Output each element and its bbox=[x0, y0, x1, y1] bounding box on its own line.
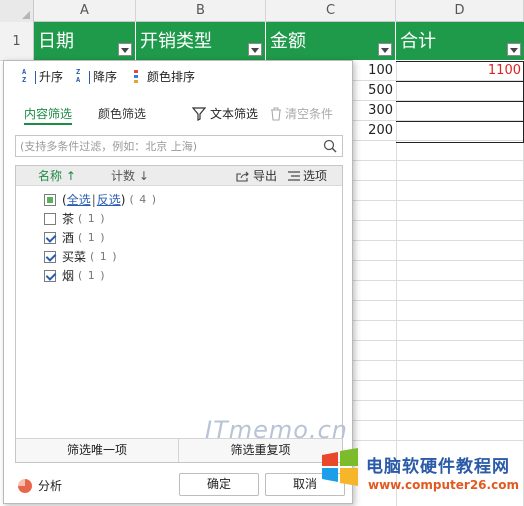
text-filter-label: 文本筛选 bbox=[210, 107, 259, 121]
column-header-a[interactable]: A bbox=[34, 0, 136, 22]
header-cell-expense-type-label: 开销类型 bbox=[140, 31, 212, 52]
filter-dropdown-icon[interactable] bbox=[378, 43, 392, 56]
header-cell-amount[interactable]: 金额 bbox=[266, 22, 396, 61]
pie-chart-icon bbox=[18, 478, 32, 493]
export-button[interactable]: 导出 bbox=[236, 168, 277, 184]
analysis-button[interactable]: 分析 bbox=[18, 477, 62, 494]
filter-tabs: 内容筛选 颜色筛选 文本筛选 清空条件 bbox=[4, 101, 352, 127]
header-cell-expense-type[interactable]: 开销类型 bbox=[136, 22, 266, 61]
item-label: 烟 bbox=[62, 269, 75, 283]
filter-dropdown-icon[interactable] bbox=[118, 43, 132, 56]
select-all-count: ( 4 ) bbox=[129, 193, 158, 206]
header-cell-date[interactable]: 日期 bbox=[34, 22, 136, 61]
item-checkbox[interactable] bbox=[44, 270, 56, 282]
list-item[interactable]: 酒 ( 1 ) bbox=[44, 229, 106, 247]
header-cell-total[interactable]: 合计 bbox=[396, 22, 524, 61]
item-count: ( 1 ) bbox=[78, 231, 106, 244]
item-count: ( 1 ) bbox=[78, 269, 106, 282]
filter-dropdown-icon[interactable] bbox=[248, 43, 262, 56]
item-count: ( 1 ) bbox=[78, 212, 106, 225]
sort-descending-button[interactable]: ZA 降序 bbox=[76, 68, 117, 86]
cell-selection-border bbox=[396, 61, 524, 143]
sort-ascending-label: 升序 bbox=[39, 70, 64, 84]
funnel-icon bbox=[192, 107, 206, 121]
windows-logo-icon bbox=[322, 448, 358, 486]
item-label: 酒 bbox=[62, 231, 75, 245]
amount-cell[interactable]: 100 bbox=[352, 61, 396, 81]
filter-unique-button[interactable]: 筛选唯一项 bbox=[16, 439, 179, 462]
itmemo-watermark: ITmemo.cn bbox=[205, 416, 348, 444]
sort-za-icon: ZA bbox=[76, 68, 90, 86]
item-count: ( 1 ) bbox=[90, 250, 118, 263]
sort-descending-label: 降序 bbox=[93, 70, 118, 84]
analysis-label: 分析 bbox=[38, 479, 63, 493]
column-header-row: A B C D bbox=[0, 0, 524, 22]
sort-ascending-button[interactable]: AZ 升序 bbox=[22, 68, 63, 86]
clear-conditions-label: 清空条件 bbox=[285, 107, 334, 121]
item-label: 买菜 bbox=[62, 250, 87, 264]
tab-color-filter[interactable]: 颜色筛选 bbox=[98, 105, 146, 125]
sort-by-name-button[interactable]: 名称 ↑ bbox=[38, 168, 76, 184]
search-box bbox=[15, 135, 343, 157]
sort-az-icon: AZ bbox=[22, 68, 36, 86]
select-all-corner[interactable] bbox=[0, 0, 34, 22]
select-all-item: ( 全选 | 反选 ) ( 4 ) bbox=[44, 191, 157, 209]
item-checkbox[interactable] bbox=[44, 232, 56, 244]
header-cell-date-label: 日期 bbox=[38, 31, 74, 52]
select-all-link[interactable]: 全选 bbox=[67, 191, 91, 209]
column-header-d[interactable]: D bbox=[396, 0, 524, 22]
search-input[interactable] bbox=[16, 136, 316, 156]
export-label: 导出 bbox=[253, 169, 278, 183]
list-item[interactable]: 烟 ( 1 ) bbox=[44, 267, 106, 285]
sort-toolbar: AZ 升序 ZA 降序 颜色排序 bbox=[4, 61, 352, 93]
options-menu-icon bbox=[288, 171, 300, 181]
export-icon bbox=[236, 171, 249, 182]
ok-button[interactable]: 确定 bbox=[179, 473, 259, 496]
amount-cell[interactable]: 200 bbox=[352, 121, 396, 141]
invert-selection-link[interactable]: 反选 bbox=[97, 191, 121, 209]
options-button[interactable]: 选项 bbox=[288, 168, 327, 184]
sort-by-count-button[interactable]: 计数 ↓ bbox=[111, 168, 149, 184]
header-cell-amount-label: 金额 bbox=[270, 31, 306, 52]
color-sort-button[interactable]: 颜色排序 bbox=[134, 68, 195, 86]
tab-content-filter[interactable]: 内容筛选 bbox=[24, 105, 73, 125]
site-url-watermark: www.computer26.com bbox=[368, 478, 519, 492]
list-header: 名称 ↑ 计数 ↓ 导出 选项 bbox=[16, 166, 342, 186]
header-cell-total-label: 合计 bbox=[400, 31, 436, 52]
trash-icon bbox=[271, 107, 281, 121]
text-filter-button[interactable]: 文本筛选 bbox=[192, 105, 258, 123]
amount-cell[interactable]: 500 bbox=[352, 81, 396, 101]
amount-cell[interactable]: 300 bbox=[352, 101, 396, 121]
popup-footer: 分析 确定 取消 bbox=[4, 467, 352, 503]
clear-conditions-button[interactable]: 清空条件 bbox=[270, 105, 333, 123]
row-header-1[interactable]: 1 bbox=[0, 22, 34, 61]
list-item[interactable]: 买菜 ( 1 ) bbox=[44, 248, 118, 266]
filter-dropdown-icon[interactable] bbox=[507, 43, 521, 56]
item-checkbox[interactable] bbox=[44, 213, 56, 225]
item-checkbox[interactable] bbox=[44, 251, 56, 263]
list-item[interactable]: 茶 ( 1 ) bbox=[44, 210, 106, 228]
options-label: 选项 bbox=[303, 169, 328, 183]
search-icon[interactable] bbox=[323, 139, 337, 153]
column-header-c[interactable]: C bbox=[266, 0, 396, 22]
color-sort-icon bbox=[134, 70, 144, 84]
select-all-checkbox[interactable] bbox=[44, 194, 56, 206]
column-header-b[interactable]: B bbox=[136, 0, 266, 22]
site-name-watermark: 电脑软硬件教程网 bbox=[366, 457, 510, 477]
color-sort-label: 颜色排序 bbox=[147, 70, 196, 84]
item-label: 茶 bbox=[62, 212, 75, 226]
